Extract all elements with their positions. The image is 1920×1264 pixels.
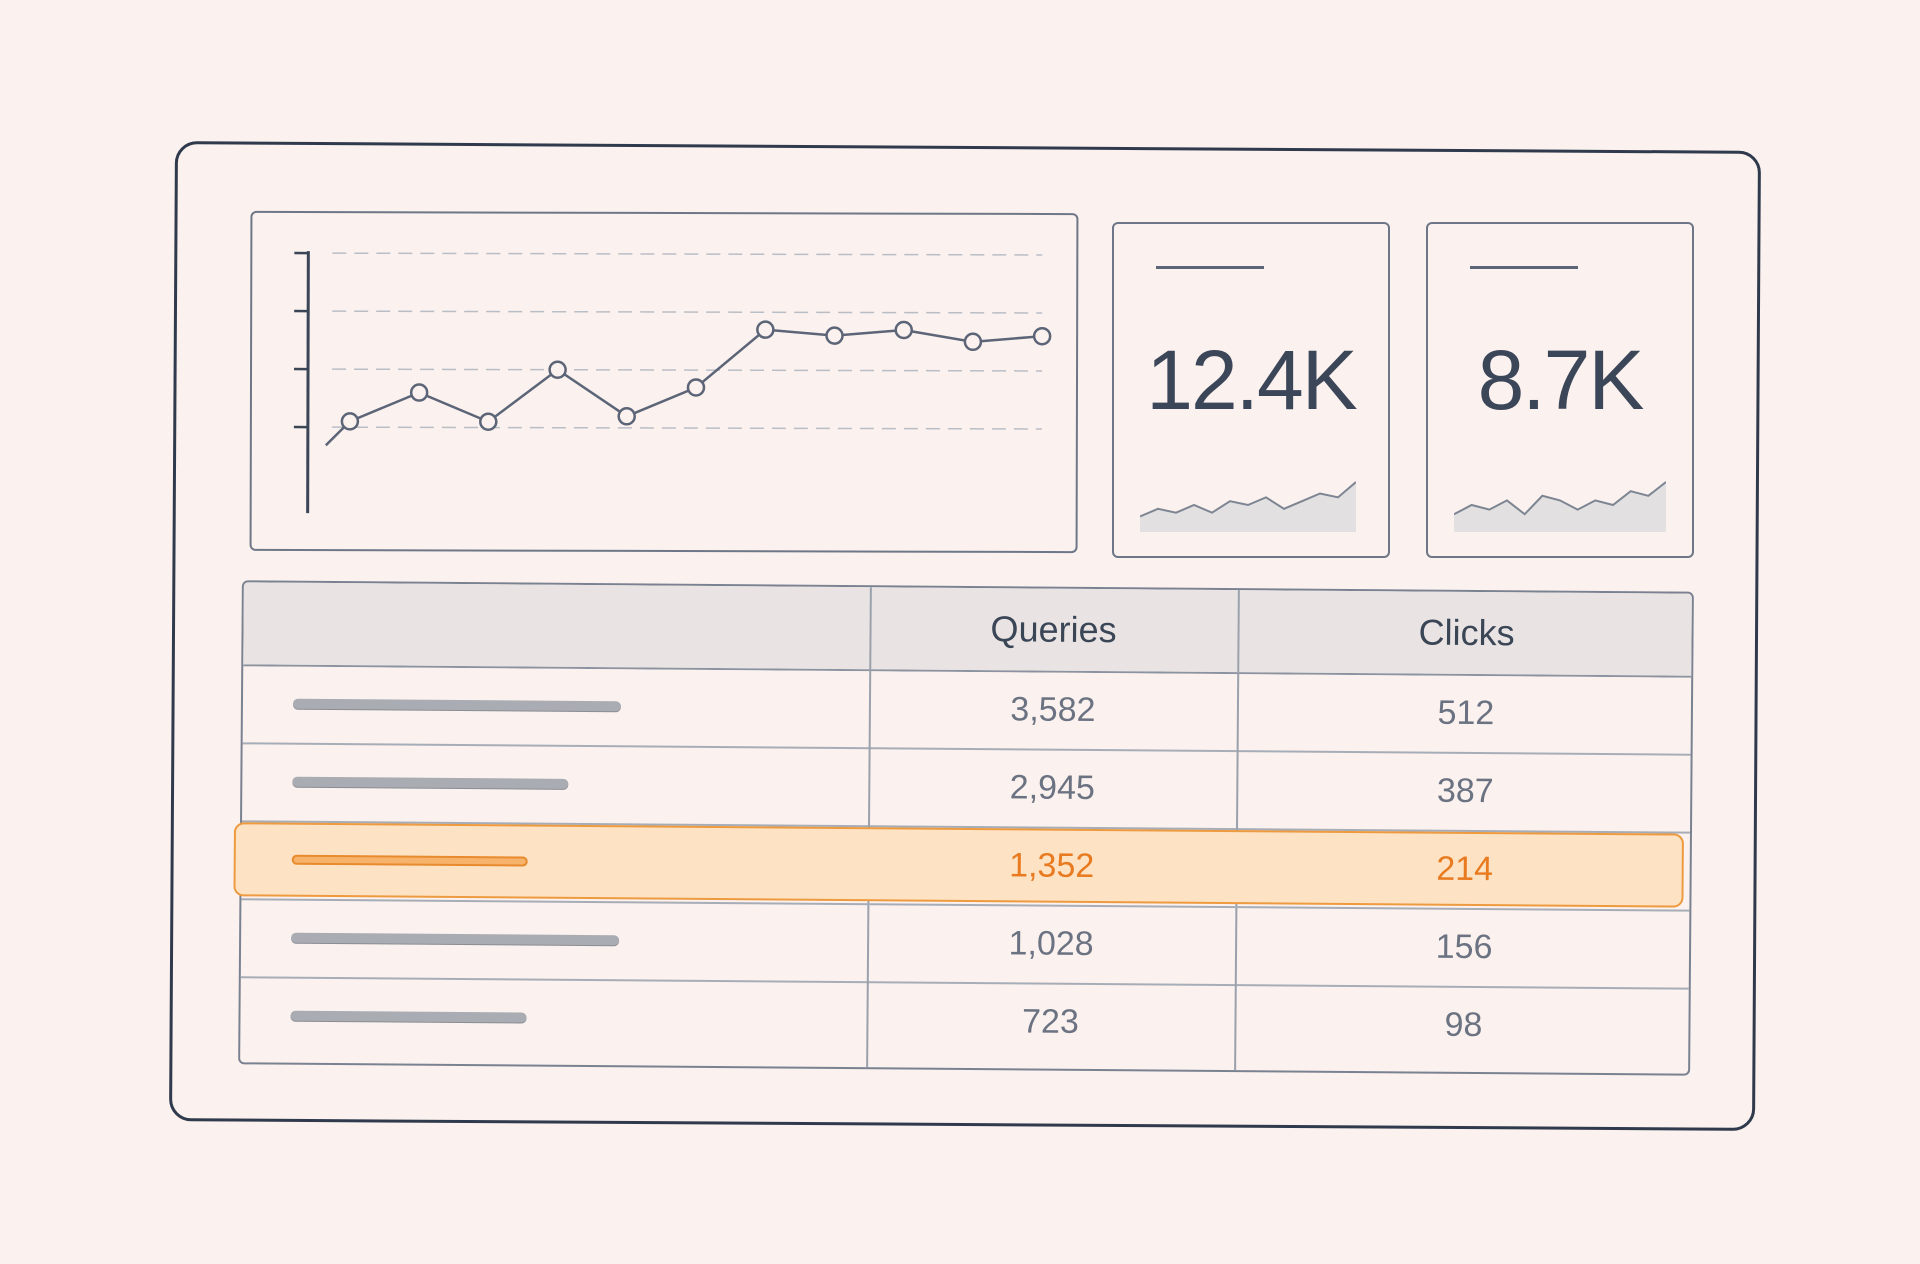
row-label-placeholder <box>291 854 528 867</box>
line-chart <box>293 251 1052 514</box>
data-point <box>548 360 567 379</box>
table-header: Queries Clicks <box>243 582 1692 678</box>
data-point <box>409 383 429 402</box>
clicks-cell: 156 <box>1435 927 1493 967</box>
sparkline-area <box>1140 482 1356 532</box>
grid-line <box>332 310 1043 314</box>
queries-cell: 1,028 <box>1008 924 1094 964</box>
clicks-cell: 387 <box>1436 771 1494 811</box>
kpi-sparkline <box>1454 481 1666 532</box>
y-axis <box>306 251 310 514</box>
grid-line <box>332 368 1043 372</box>
kpi-sparkline <box>1140 481 1356 532</box>
sparkline-area <box>1454 482 1666 532</box>
kpi-card-2[interactable]: 8.7K <box>1426 222 1694 558</box>
data-point <box>340 412 360 431</box>
queries-cell: 2,945 <box>1009 768 1096 808</box>
column-header-name[interactable] <box>243 582 870 669</box>
table-row[interactable]: 3,582 512 <box>242 664 1692 756</box>
row-label-placeholder <box>292 698 621 712</box>
kpi-title-placeholder <box>1470 266 1578 269</box>
row-label-placeholder <box>290 1010 527 1023</box>
line-chart-panel <box>249 210 1079 554</box>
clicks-cell: 98 <box>1444 1005 1483 1045</box>
queries-cell: 723 <box>1021 1002 1079 1041</box>
row-label-placeholder <box>292 776 569 789</box>
kpi-title-placeholder <box>1156 266 1264 269</box>
queries-cell: 3,582 <box>1010 690 1096 730</box>
data-point <box>1032 326 1052 346</box>
column-header-clicks[interactable]: Clicks <box>1237 590 1696 676</box>
kpi-card-1[interactable]: 12.4K <box>1112 222 1390 558</box>
data-point <box>686 378 706 397</box>
queries-table: Queries Clicks 3,582 512 2,945 387 1,352 214 1… <box>233 580 1694 1076</box>
table-row-selected[interactable]: 1,352 214 <box>233 820 1690 912</box>
data-point <box>894 320 913 340</box>
grid-line <box>332 252 1043 256</box>
clicks-cell: 512 <box>1437 693 1495 733</box>
table-row[interactable]: 723 98 <box>240 976 1689 1065</box>
data-point <box>963 332 983 352</box>
table-row[interactable]: 1,028 156 <box>240 898 1690 990</box>
kpi-value: 12.4K <box>1146 333 1358 427</box>
data-point <box>756 320 775 339</box>
row-label-placeholder <box>291 932 620 946</box>
grid-line <box>331 426 1042 430</box>
column-header-queries[interactable]: Queries <box>869 587 1238 672</box>
table-row[interactable]: 2,945 387 <box>242 742 1691 834</box>
data-point <box>825 326 844 345</box>
kpi-value: 8.7K <box>1477 333 1645 427</box>
data-point <box>479 412 498 431</box>
data-point <box>617 407 636 426</box>
clicks-cell: 214 <box>1436 849 1494 889</box>
queries-cell: 1,352 <box>1009 846 1095 886</box>
